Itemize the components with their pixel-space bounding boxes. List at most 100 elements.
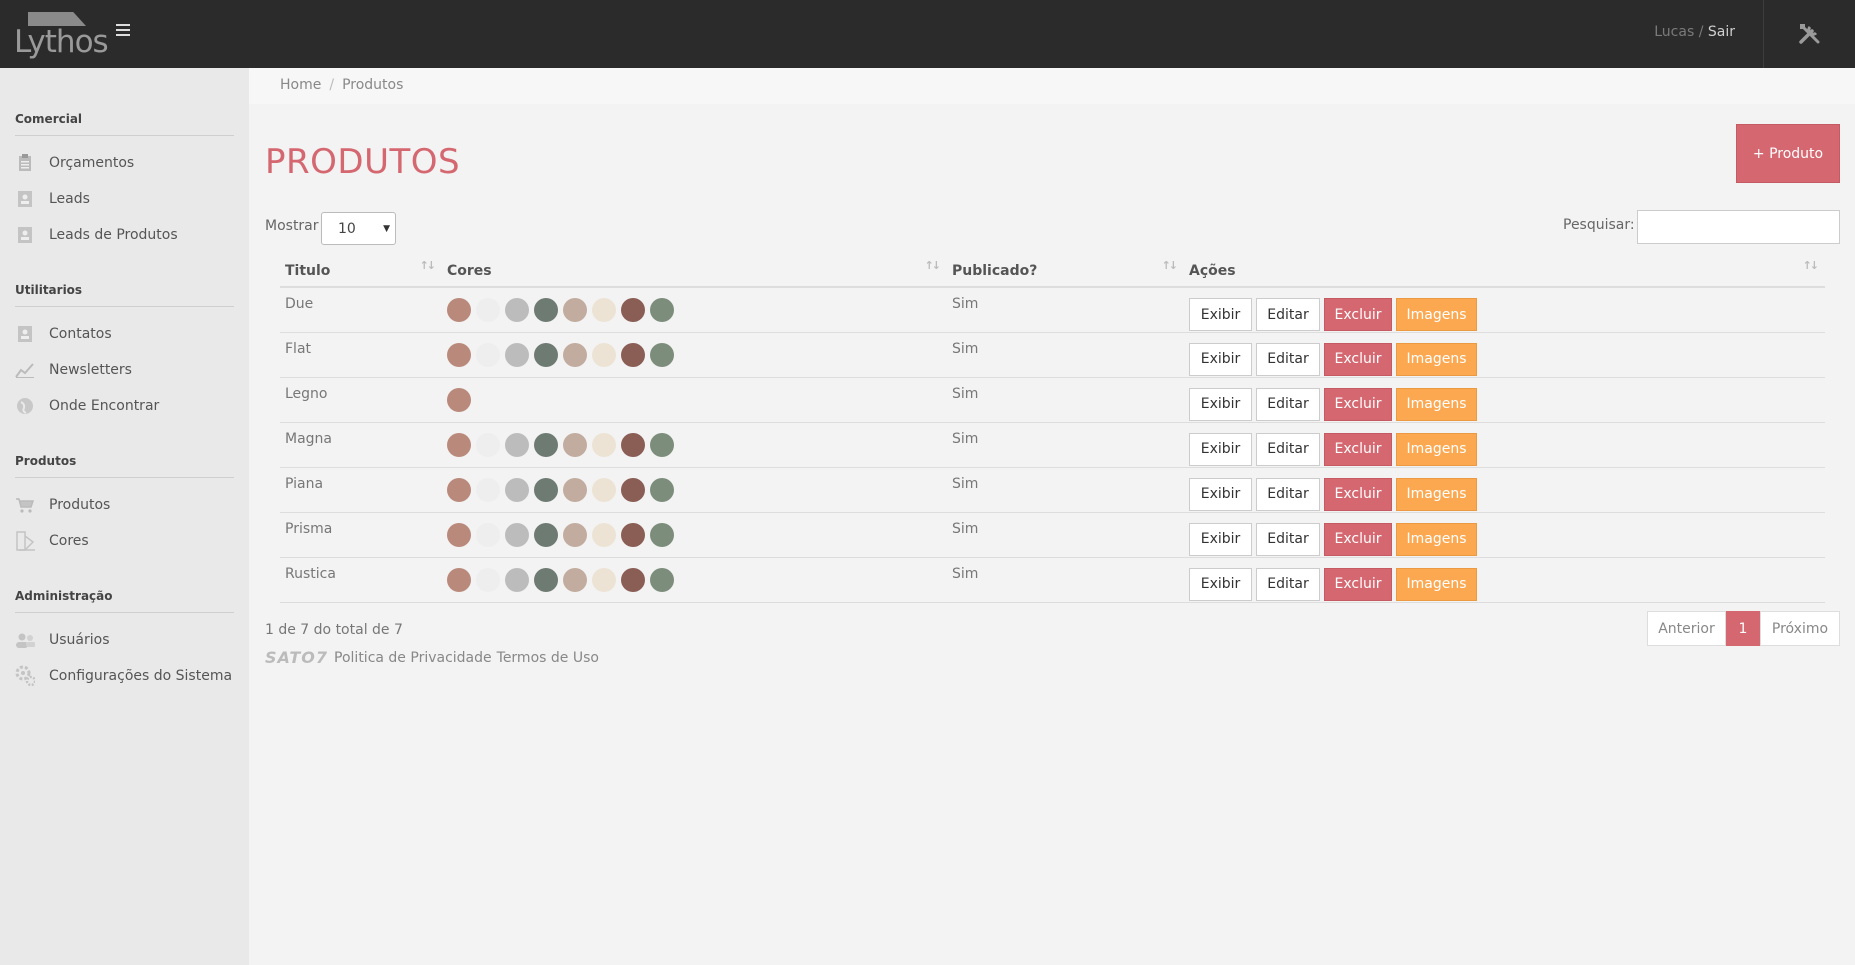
cell-acoes: Exibir Editar Excluir Imagens xyxy=(1184,512,1825,558)
delete-button[interactable]: Excluir xyxy=(1324,567,1392,601)
footer: SATO7 Politica de Privacidade Termos de … xyxy=(265,648,604,667)
sidebar-item-leads[interactable]: Leads xyxy=(15,186,240,212)
table-row: Prisma Sim Exibir Editar Excluir Imagens xyxy=(280,512,1825,558)
pagination-next[interactable]: Próximo xyxy=(1760,611,1840,646)
sidebar-item-label: Cores xyxy=(49,533,89,549)
color-swatch xyxy=(476,522,500,547)
sidebar-item-newsletters[interactable]: Newsletters xyxy=(15,357,240,383)
edit-button[interactable]: Editar xyxy=(1256,477,1320,511)
edit-button[interactable]: Editar xyxy=(1256,298,1320,331)
user-menu: Lucas / Sair xyxy=(1654,24,1735,40)
privacy-policy-link[interactable]: Politica de Privacidade xyxy=(334,650,492,666)
pagination-page-1[interactable]: 1 xyxy=(1726,611,1760,646)
delete-button[interactable]: Excluir xyxy=(1324,432,1392,466)
table-body: Due Sim Exibir Editar Excluir Imagens Flat Sim E… xyxy=(280,287,1825,603)
delete-button[interactable]: Excluir xyxy=(1324,477,1392,511)
delete-button[interactable]: Excluir xyxy=(1324,387,1392,421)
pagination-previous[interactable]: Anterior xyxy=(1647,611,1726,646)
view-button[interactable]: Exibir xyxy=(1189,298,1252,331)
edit-button[interactable]: Editar xyxy=(1256,567,1320,601)
cell-cores xyxy=(442,377,947,423)
sidebar-item-label: Orçamentos xyxy=(49,155,135,171)
color-swatch xyxy=(534,342,558,367)
breadcrumb-home[interactable]: Home xyxy=(280,77,321,93)
images-button[interactable]: Imagens xyxy=(1396,387,1477,421)
cart-icon xyxy=(15,495,35,515)
color-swatch xyxy=(592,522,616,547)
images-button[interactable]: Imagens xyxy=(1396,522,1477,556)
view-button[interactable]: Exibir xyxy=(1189,567,1252,601)
color-swatch xyxy=(592,432,616,457)
sidebar-item-cores[interactable]: Cores xyxy=(15,528,240,554)
lythos-logo[interactable]: Lythos xyxy=(14,12,109,60)
color-swatch xyxy=(534,432,558,457)
edit-button[interactable]: Editar xyxy=(1256,522,1320,556)
user-name[interactable]: Lucas xyxy=(1654,24,1694,40)
cell-titulo: Prisma xyxy=(280,512,442,558)
view-button[interactable]: Exibir xyxy=(1189,432,1252,466)
images-button[interactable]: Imagens xyxy=(1396,477,1477,511)
column-header-label: Cores xyxy=(447,263,492,279)
images-button[interactable]: Imagens xyxy=(1396,342,1477,376)
sidebar-item-leads-de-produtos[interactable]: Leads de Produtos xyxy=(15,222,240,248)
edit-button[interactable]: Editar xyxy=(1256,432,1320,466)
cell-acoes: Exibir Editar Excluir Imagens xyxy=(1184,377,1825,423)
sidebar-item-produtos[interactable]: Produtos xyxy=(15,492,240,518)
color-swatches xyxy=(447,341,942,367)
images-button[interactable]: Imagens xyxy=(1396,298,1477,331)
palette-icon xyxy=(15,531,35,551)
cell-acoes: Exibir Editar Excluir Imagens xyxy=(1184,557,1825,603)
color-swatch xyxy=(563,432,587,457)
images-button[interactable]: Imagens xyxy=(1396,567,1477,601)
column-header-publicado[interactable]: Publicado? ↑↓ xyxy=(947,255,1184,288)
sidebar-item-usuarios[interactable]: Usuários xyxy=(15,627,240,653)
color-swatch xyxy=(447,477,471,502)
logout-link[interactable]: Sair xyxy=(1708,24,1735,40)
table-info: 1 de 7 do total de 7 xyxy=(265,622,403,638)
show-entries-select[interactable]: 10 ▼ xyxy=(321,212,396,245)
view-button[interactable]: Exibir xyxy=(1189,387,1252,421)
color-swatch xyxy=(621,522,645,547)
view-button[interactable]: Exibir xyxy=(1189,342,1252,376)
search-input[interactable] xyxy=(1637,210,1840,244)
edit-button[interactable]: Editar xyxy=(1256,387,1320,421)
tools-button[interactable] xyxy=(1763,0,1855,68)
color-swatch xyxy=(476,432,500,457)
delete-button[interactable]: Excluir xyxy=(1324,342,1392,376)
sidebar-item-label: Produtos xyxy=(49,497,111,513)
column-header-acoes[interactable]: Ações ↑↓ xyxy=(1184,255,1825,288)
caret-down-icon: ▼ xyxy=(383,224,390,234)
add-product-button[interactable]: + Produto xyxy=(1736,124,1840,183)
view-button[interactable]: Exibir xyxy=(1189,522,1252,556)
pagination: Anterior 1 Próximo xyxy=(1647,611,1840,646)
sidebar-item-configuracoes[interactable]: Configurações do Sistema xyxy=(15,663,240,689)
terms-of-use-link[interactable]: Termos de Uso xyxy=(497,650,599,666)
sidebar-item-contatos[interactable]: Contatos xyxy=(15,321,240,347)
color-swatch xyxy=(592,298,616,322)
column-header-titulo[interactable]: Titulo ↑↓ xyxy=(280,255,442,288)
color-swatch xyxy=(592,477,616,502)
delete-button[interactable]: Excluir xyxy=(1324,522,1392,556)
delete-button[interactable]: Excluir xyxy=(1324,298,1392,331)
cell-cores xyxy=(442,512,947,558)
color-swatch xyxy=(476,298,500,322)
menu-toggle-icon[interactable] xyxy=(116,24,130,36)
table-row: Rustica Sim Exibir Editar Excluir Imagens xyxy=(280,557,1825,603)
cell-publicado: Sim xyxy=(947,422,1184,468)
logo-text: Lythos xyxy=(14,24,109,60)
color-swatches xyxy=(447,431,942,457)
sidebar-item-orcamentos[interactable]: Orçamentos xyxy=(15,150,240,176)
view-button[interactable]: Exibir xyxy=(1189,477,1252,511)
column-header-cores[interactable]: Cores ↑↓ xyxy=(442,255,947,288)
edit-button[interactable]: Editar xyxy=(1256,342,1320,376)
images-button[interactable]: Imagens xyxy=(1396,432,1477,466)
color-swatches xyxy=(447,296,942,322)
cell-acoes: Exibir Editar Excluir Imagens xyxy=(1184,287,1825,333)
cell-titulo: Flat xyxy=(280,332,442,378)
sidebar-item-onde-encontrar[interactable]: Onde Encontrar xyxy=(15,393,240,419)
sidebar-item-label: Leads de Produtos xyxy=(49,227,178,243)
color-swatch xyxy=(650,522,674,547)
cell-acoes: Exibir Editar Excluir Imagens xyxy=(1184,422,1825,468)
divider xyxy=(15,306,234,307)
color-swatch xyxy=(563,567,587,592)
